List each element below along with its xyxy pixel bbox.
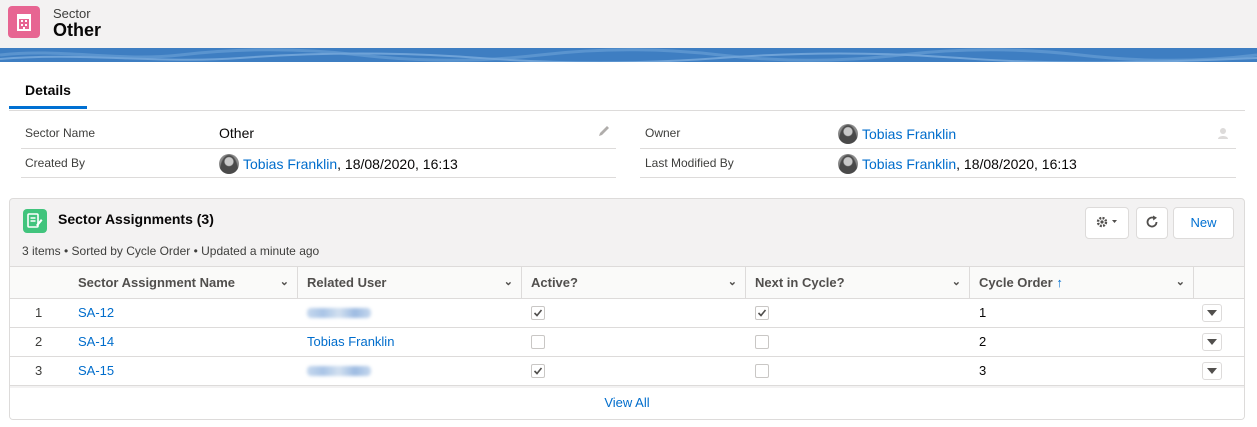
user-avatar — [219, 154, 239, 174]
related-list-icon — [23, 209, 47, 233]
list-settings-button[interactable] — [1085, 207, 1129, 239]
user-avatar — [838, 154, 858, 174]
chevron-down-icon — [1207, 339, 1217, 345]
sort-ascending-icon: ↑ — [1056, 275, 1063, 290]
cycle-order-value: 3 — [979, 363, 987, 378]
column-header-next-in-cycle[interactable]: Next in Cycle? ⌄ — [746, 266, 969, 299]
record-title: Other — [53, 20, 102, 40]
related-list-card: Sector Assignments (3) 3 items • Sorted … — [9, 198, 1245, 420]
chevron-down-icon — [1207, 310, 1217, 316]
field-divider — [640, 148, 1236, 149]
cycle-order-value: 2 — [979, 334, 987, 349]
related-list-meta: 3 items • Sorted by Cycle Order • Update… — [22, 244, 320, 258]
column-header-cycle-order[interactable]: Cycle Order ↑ ⌄ — [970, 266, 1193, 299]
record-link[interactable]: SA-14 — [78, 334, 114, 349]
view-all-link[interactable]: View All — [10, 388, 1244, 419]
row-number: 1 — [35, 305, 43, 320]
next-in-cycle-checkbox — [755, 306, 769, 320]
field-divider — [21, 148, 616, 149]
chevron-down-icon[interactable]: ⌄ — [952, 267, 961, 298]
created-date: , 18/08/2020, 16:13 — [337, 156, 458, 172]
record-header: Sector Other — [0, 0, 1257, 48]
sector-name-label: Sector Name — [25, 126, 96, 140]
chevron-down-icon[interactable]: ⌄ — [504, 267, 513, 298]
active-checkbox — [531, 364, 545, 378]
edit-pencil-icon[interactable] — [597, 124, 611, 138]
column-header-related-user[interactable]: Related User ⌄ — [298, 266, 521, 299]
owner-link[interactable]: Tobias Franklin — [862, 126, 956, 142]
table-row: 3 SA-15 3 — [10, 357, 1244, 386]
row-actions-button[interactable] — [1202, 333, 1222, 351]
building-icon — [8, 6, 40, 38]
redacted-user[interactable] — [307, 366, 371, 376]
chevron-down-icon — [1207, 368, 1217, 374]
owner-label: Owner — [645, 126, 681, 140]
row-actions-button[interactable] — [1202, 362, 1222, 380]
related-user-link[interactable]: Tobias Franklin — [307, 334, 394, 349]
field-divider — [640, 177, 1236, 178]
next-in-cycle-checkbox — [755, 364, 769, 378]
tab-details[interactable]: Details — [9, 67, 87, 109]
related-list-title[interactable]: Sector Assignments (3) — [58, 211, 214, 227]
next-in-cycle-checkbox — [755, 335, 769, 349]
record-link[interactable]: SA-15 — [78, 363, 114, 378]
chevron-down-icon[interactable]: ⌄ — [1176, 267, 1185, 298]
cycle-order-value: 1 — [979, 305, 987, 320]
user-avatar — [838, 124, 858, 144]
created-by-value: Tobias Franklin, 18/08/2020, 16:13 — [219, 154, 458, 174]
row-number: 2 — [35, 334, 43, 349]
chevron-down-icon[interactable]: ⌄ — [280, 267, 289, 298]
row-actions-button[interactable] — [1202, 304, 1222, 322]
active-checkbox — [531, 306, 545, 320]
change-owner-icon[interactable] — [1217, 126, 1231, 140]
tab-bar: Details — [9, 67, 1245, 111]
table-row: 2 SA-14 Tobias Franklin 2 — [10, 328, 1244, 357]
redacted-user[interactable] — [307, 308, 371, 318]
last-modified-by-value: Tobias Franklin, 18/08/2020, 16:13 — [838, 154, 1077, 174]
header-banner — [0, 48, 1257, 62]
new-button[interactable]: New — [1173, 207, 1234, 239]
owner-value: Tobias Franklin — [838, 124, 956, 144]
object-label: Sector — [53, 6, 91, 21]
last-modified-user-link[interactable]: Tobias Franklin — [862, 156, 956, 172]
last-modified-date: , 18/08/2020, 16:13 — [956, 156, 1077, 172]
created-by-user-link[interactable]: Tobias Franklin — [243, 156, 337, 172]
gear-icon — [1096, 216, 1117, 228]
last-modified-by-label: Last Modified By — [645, 156, 734, 170]
table-row: 1 SA-12 1 — [10, 299, 1244, 328]
refresh-button[interactable] — [1136, 207, 1168, 239]
column-header-active[interactable]: Active? ⌄ — [522, 266, 745, 299]
active-checkbox — [531, 335, 545, 349]
sector-name-value: Other — [219, 125, 255, 141]
field-divider — [21, 177, 616, 178]
column-header-name[interactable]: Sector Assignment Name ⌄ — [69, 266, 297, 299]
refresh-icon — [1146, 215, 1158, 228]
row-number: 3 — [35, 363, 43, 378]
created-by-label: Created By — [25, 156, 86, 170]
record-link[interactable]: SA-12 — [78, 305, 114, 320]
chevron-down-icon[interactable]: ⌄ — [728, 267, 737, 298]
